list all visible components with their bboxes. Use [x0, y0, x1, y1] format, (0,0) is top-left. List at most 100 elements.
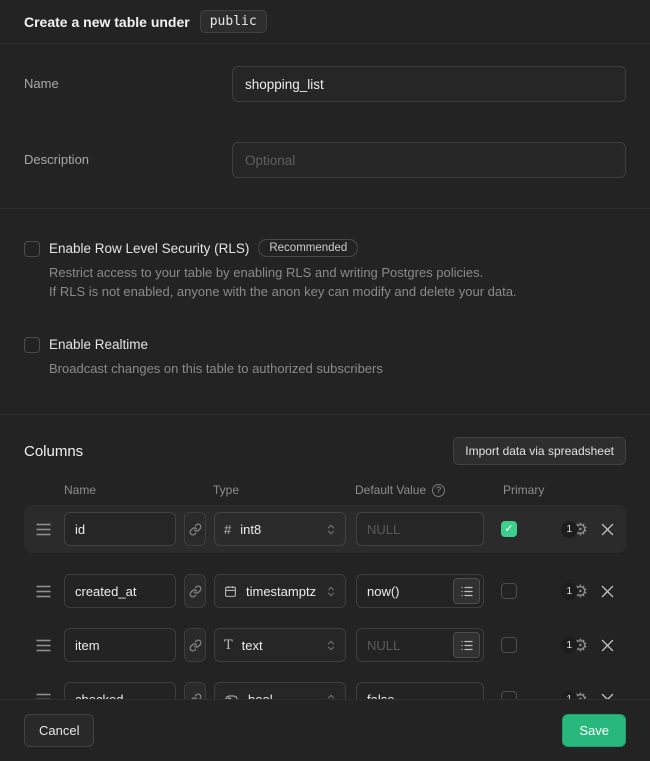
realtime-title-row: Enable Realtime	[49, 335, 626, 353]
column-settings-button[interactable]: 1 ⚙	[561, 583, 588, 600]
row-actions: 1 ⚙	[561, 637, 614, 654]
header-default-label: Default Value	[355, 483, 426, 497]
column-type-label: int8	[240, 522, 261, 537]
column-type-label: timestamptz	[246, 584, 316, 599]
column-name-input[interactable]	[64, 682, 176, 699]
primary-cell: ✓	[484, 691, 534, 699]
column-name-input[interactable]	[64, 628, 176, 662]
columns-header-row: Columns Import data via spreadsheet	[24, 437, 626, 465]
column-name-input[interactable]	[64, 574, 176, 608]
name-field-row: Name	[24, 66, 626, 102]
dialog-header: Create a new table under public	[0, 0, 650, 44]
delete-column-button[interactable]	[601, 585, 614, 598]
column-row: # T timestamptz ✓ 1 ⚙	[24, 567, 626, 615]
primary-checkbox[interactable]: ✓	[501, 691, 517, 699]
list-icon	[461, 640, 473, 651]
table-description-input[interactable]	[232, 142, 626, 178]
primary-cell: ✓	[484, 637, 534, 653]
schema-badge: public	[200, 10, 267, 33]
column-type-select[interactable]: # T bool	[214, 682, 346, 699]
row-actions: 1 ⚙	[561, 691, 614, 700]
column-settings-button[interactable]: 1 ⚙	[561, 691, 588, 700]
chevron-updown-icon	[326, 523, 336, 536]
delete-column-button[interactable]	[601, 639, 614, 652]
primary-cell: ✓	[484, 583, 534, 599]
close-icon	[601, 523, 614, 536]
header-name: Name	[64, 483, 213, 497]
column-type-select[interactable]: # T int8	[214, 512, 346, 546]
table-name-input[interactable]	[232, 66, 626, 102]
check-icon: ✓	[504, 524, 513, 535]
dialog-footer: Cancel Save	[0, 699, 650, 761]
column-settings-button[interactable]: 1 ⚙	[561, 521, 588, 538]
default-options-button[interactable]	[453, 578, 480, 604]
link-icon	[189, 585, 202, 598]
link-icon	[189, 523, 202, 536]
default-options-button[interactable]	[453, 632, 480, 658]
columns-section: Columns Import data via spreadsheet Name…	[0, 415, 650, 699]
foreign-key-link-button[interactable]	[184, 512, 206, 546]
import-spreadsheet-button[interactable]: Import data via spreadsheet	[453, 437, 626, 465]
foreign-key-link-button[interactable]	[184, 682, 206, 699]
row-actions: 1 ⚙	[561, 521, 614, 538]
column-settings-button[interactable]: 1 ⚙	[561, 637, 588, 654]
column-default-wrap	[356, 628, 484, 662]
drag-handle-icon[interactable]	[36, 523, 52, 536]
cancel-button[interactable]: Cancel	[24, 714, 94, 747]
realtime-description: Broadcast changes on this table to autho…	[49, 359, 626, 378]
rls-toggle-block: ✓ Enable Row Level Security (RLS) Recomm…	[24, 239, 626, 301]
foreign-key-link-button[interactable]	[184, 574, 206, 608]
column-default-input[interactable]	[356, 682, 484, 699]
row-actions: 1 ⚙	[561, 583, 614, 600]
column-row: # T int8 ✓ 1 ⚙	[24, 505, 626, 553]
settings-count-badge: 1	[561, 583, 578, 600]
column-grid-headers: Name Type Default Value ? Primary	[36, 483, 614, 497]
rls-title-row: Enable Row Level Security (RLS) Recommen…	[49, 239, 626, 257]
column-name-input[interactable]	[64, 512, 176, 546]
save-button[interactable]: Save	[562, 714, 626, 747]
header-primary: Primary	[503, 483, 544, 497]
column-type-label: bool	[248, 692, 273, 700]
drag-handle-icon[interactable]	[36, 585, 52, 598]
settings-count-badge: 1	[561, 521, 578, 538]
foreign-key-link-button[interactable]	[184, 628, 206, 662]
primary-cell: ✓	[484, 521, 534, 537]
header-default: Default Value ?	[355, 483, 503, 497]
realtime-toggle-block: ✓ Enable Realtime Broadcast changes on t…	[24, 335, 626, 378]
column-type-select[interactable]: # T timestamptz	[214, 574, 346, 608]
list-icon	[461, 586, 473, 597]
realtime-checkbox[interactable]: ✓	[24, 337, 40, 353]
rls-label: Enable Row Level Security (RLS)	[49, 241, 249, 256]
primary-checkbox[interactable]: ✓	[501, 637, 517, 653]
basic-fields-section: Name Description	[0, 44, 650, 209]
column-default-wrap	[356, 682, 484, 699]
description-field-row: Description	[24, 142, 626, 178]
link-icon	[189, 639, 202, 652]
column-default-input[interactable]	[356, 512, 484, 546]
column-row: # T bool ✓ 1 ⚙	[24, 675, 626, 699]
rls-description: Restrict access to your table by enablin…	[49, 263, 626, 301]
close-icon	[601, 585, 614, 598]
settings-count-badge: 1	[561, 637, 578, 654]
hash-icon: #	[224, 522, 231, 537]
column-type-select[interactable]: # T text	[214, 628, 346, 662]
column-default-wrap	[356, 574, 484, 608]
recommended-badge: Recommended	[258, 239, 358, 257]
rls-checkbox[interactable]: ✓	[24, 241, 40, 257]
help-icon[interactable]: ?	[432, 484, 445, 497]
columns-title: Columns	[24, 443, 83, 460]
rls-desc-line1: Restrict access to your table by enablin…	[49, 263, 626, 282]
name-label: Name	[24, 66, 232, 91]
dialog-title: Create a new table under	[24, 14, 190, 30]
column-default-wrap	[356, 512, 484, 546]
primary-checkbox[interactable]: ✓	[501, 521, 517, 537]
column-type-label: text	[242, 638, 263, 653]
header-type: Type	[213, 483, 355, 497]
drag-handle-icon[interactable]	[36, 639, 52, 652]
delete-column-button[interactable]	[601, 523, 614, 536]
primary-checkbox[interactable]: ✓	[501, 583, 517, 599]
chevron-updown-icon	[326, 639, 336, 652]
close-icon	[601, 639, 614, 652]
chevron-updown-icon	[326, 585, 336, 598]
calendar-icon	[224, 585, 237, 598]
